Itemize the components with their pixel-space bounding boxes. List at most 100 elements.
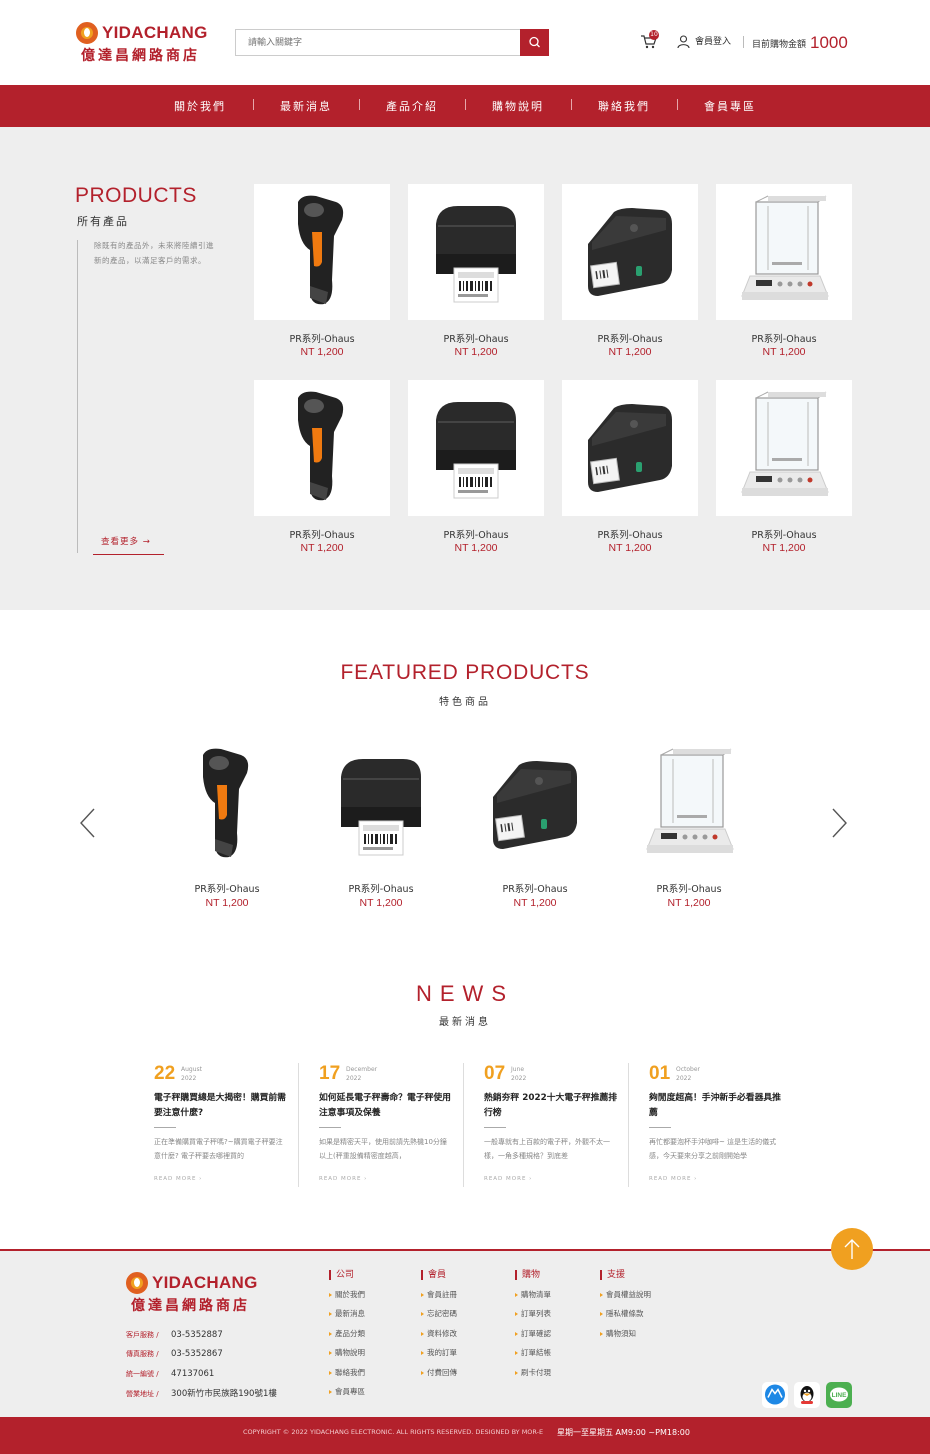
featured-product-card[interactable] — [159, 737, 295, 873]
news-read-more-link[interactable]: READ MORE › — [484, 1176, 532, 1182]
footer-link[interactable]: 隱私權條款 — [600, 1309, 651, 1319]
product-name[interactable]: PR系列-Ohaus — [408, 331, 544, 345]
featured-product-name[interactable]: PR系列-Ohaus — [467, 881, 603, 895]
news-item[interactable]: 07 June 2022 熱銷夯秤 2022十大電子秤推薦排行榜 一般專就有上百款的電子… — [484, 1063, 648, 1187]
search-input[interactable] — [236, 30, 520, 55]
footer-logo[interactable]: YIDACHANG 億達昌網路商店 — [126, 1270, 266, 1316]
news-month: June — [511, 1066, 525, 1073]
featured-product-card[interactable] — [621, 737, 757, 873]
news-read-more-link[interactable]: READ MORE › — [154, 1176, 202, 1182]
footer-link[interactable]: 資料修改 — [421, 1329, 457, 1339]
products-title-en: PRODUCTS — [75, 184, 197, 207]
product-name[interactable]: PR系列-Ohaus — [408, 527, 544, 541]
footer-link[interactable]: 最新消息 — [329, 1309, 365, 1319]
desktop-printer-image — [588, 404, 672, 492]
product-card[interactable] — [562, 184, 698, 320]
featured-product-name[interactable]: PR系列-Ohaus — [621, 881, 757, 895]
copyright-text: COPYRIGHT © 2022 YIDACHANG ELECTRONIC. A… — [243, 1428, 544, 1436]
product-price: NT 1,200 — [608, 346, 652, 358]
news-year: 2022 — [181, 1075, 197, 1082]
news-item[interactable]: 22 August 2022 電子秤購買總是大揭密！購買前需要注意什麼? 正在準備購買電… — [154, 1063, 318, 1187]
footer-link[interactable]: 我的訂單 — [421, 1348, 457, 1358]
product-card[interactable] — [408, 380, 544, 516]
site-logo[interactable]: YIDACHANG 億達昌網路商店 — [76, 20, 216, 66]
product-card[interactable] — [408, 184, 544, 320]
carousel-prev-button[interactable] — [78, 807, 98, 839]
back-to-top-button[interactable] — [831, 1228, 873, 1270]
nav-item-products[interactable]: 產品介紹 — [359, 98, 465, 114]
product-card[interactable] — [716, 380, 852, 516]
footer-link[interactable]: 忘記密碼 — [421, 1309, 457, 1319]
footer-link[interactable]: 刷卡付現 — [515, 1368, 551, 1378]
products-title-zh: 所有產品 — [77, 215, 129, 228]
featured-product-name[interactable]: PR系列-Ohaus — [159, 881, 295, 895]
featured-product-card[interactable] — [467, 737, 603, 873]
footer-link[interactable]: 產品分類 — [329, 1329, 365, 1339]
featured-product-card[interactable] — [313, 737, 449, 873]
product-price: NT 1,200 — [300, 346, 344, 358]
products-section: PRODUCTS 所有產品 除既有的產品外，未來將陸續引進新的產品，以滿足客戶的… — [0, 127, 930, 610]
line-button[interactable]: LINE — [826, 1382, 852, 1408]
analytical-balance-image — [741, 195, 829, 300]
product-card[interactable] — [716, 184, 852, 320]
featured-product-name[interactable]: PR系列-Ohaus — [313, 881, 449, 895]
label-printer-image — [436, 402, 516, 499]
news-read-more-link[interactable]: READ MORE › — [649, 1176, 697, 1182]
news-item[interactable]: 17 December 2022 如何延長電子秤壽命？電子秤使用注意事項及保養 如果是精… — [319, 1063, 483, 1187]
footer-link[interactable]: 訂單確認 — [515, 1329, 551, 1339]
news-item[interactable]: 01 October 2022 夠閒度超高！手沖新手必看器具推薦 再忙都要泡杯手沖咖啡~… — [649, 1063, 813, 1187]
search-box — [235, 29, 549, 56]
cart-button[interactable]: 10 — [640, 30, 659, 50]
product-card[interactable] — [562, 380, 698, 516]
footer-link[interactable]: 關於我們 — [329, 1290, 365, 1300]
nav-item-member[interactable]: 會員專區 — [677, 98, 783, 114]
featured-product-price: NT 1,200 — [205, 897, 249, 909]
news-title[interactable]: 熱銷夯秤 2022十大電子秤推薦排行榜 — [484, 1091, 620, 1121]
featured-product-price: NT 1,200 — [359, 897, 403, 909]
info-label: 統一編號 / — [126, 1370, 159, 1378]
nav-item-about[interactable]: 關於我們 — [147, 98, 253, 114]
nav-item-contact[interactable]: 聯絡我們 — [571, 98, 677, 114]
barcode-scanner-image — [298, 391, 344, 501]
footer-link[interactable]: 聯絡我們 — [329, 1368, 365, 1378]
product-card[interactable] — [254, 184, 390, 320]
products-description: 除既有的產品外，未來將陸續引進新的產品，以滿足客戶的需求。 — [94, 241, 214, 265]
product-name[interactable]: PR系列-Ohaus — [562, 527, 698, 541]
footer-link[interactable]: 訂單列表 — [515, 1309, 551, 1319]
news-month-year: December 2022 — [346, 1065, 377, 1083]
cart-count-badge: 10 — [649, 30, 659, 40]
news-title[interactable]: 電子秤購買總是大揭密！購買前需要注意什麼? — [154, 1091, 290, 1121]
footer-column: 支援會員權益說明 隱私權條款購物須知 — [600, 1270, 651, 1339]
carousel-next-button[interactable] — [829, 807, 849, 839]
product-card[interactable] — [254, 380, 390, 516]
product-name[interactable]: PR系列-Ohaus — [254, 331, 390, 345]
product-name[interactable]: PR系列-Ohaus — [254, 527, 390, 541]
header-divider — [743, 36, 744, 48]
news-separator — [628, 1063, 629, 1187]
footer-link[interactable]: 會員專區 — [329, 1387, 365, 1397]
footer-column-heading: 支援 — [600, 1270, 651, 1280]
footer-link[interactable]: 訂單結帳 — [515, 1348, 551, 1358]
footer-link[interactable]: 購物說明 — [329, 1348, 365, 1358]
news-title[interactable]: 如何延長電子秤壽命？電子秤使用注意事項及保養 — [319, 1091, 455, 1121]
footer-link[interactable]: 會員權益說明 — [600, 1290, 651, 1300]
footer-link[interactable]: 會員註冊 — [421, 1290, 457, 1300]
messenger-button[interactable] — [762, 1382, 788, 1408]
product-price: NT 1,200 — [454, 346, 498, 358]
login-link[interactable]: 會員登入 — [677, 34, 731, 50]
user-icon — [677, 35, 690, 49]
product-name[interactable]: PR系列-Ohaus — [716, 527, 852, 541]
view-more-link[interactable]: 查看更多 → — [93, 535, 164, 555]
nav-item-shopping-guide[interactable]: 購物說明 — [465, 98, 571, 114]
footer-link[interactable]: 購物須知 — [600, 1329, 651, 1339]
news-read-more-link[interactable]: READ MORE › — [319, 1176, 367, 1182]
search-button[interactable] — [520, 29, 549, 56]
product-name[interactable]: PR系列-Ohaus — [562, 331, 698, 345]
news-title[interactable]: 夠閒度超高！手沖新手必看器具推薦 — [649, 1091, 785, 1121]
footer-link[interactable]: 付費回傳 — [421, 1368, 457, 1378]
product-name[interactable]: PR系列-Ohaus — [716, 331, 852, 345]
news-excerpt: 一般專就有上百款的電子秤，外觀不太一樣，一角多種規格？到底差 — [484, 1138, 610, 1160]
qq-button[interactable] — [794, 1382, 820, 1408]
nav-item-news[interactable]: 最新消息 — [253, 98, 359, 114]
footer-link[interactable]: 購物清單 — [515, 1290, 551, 1300]
